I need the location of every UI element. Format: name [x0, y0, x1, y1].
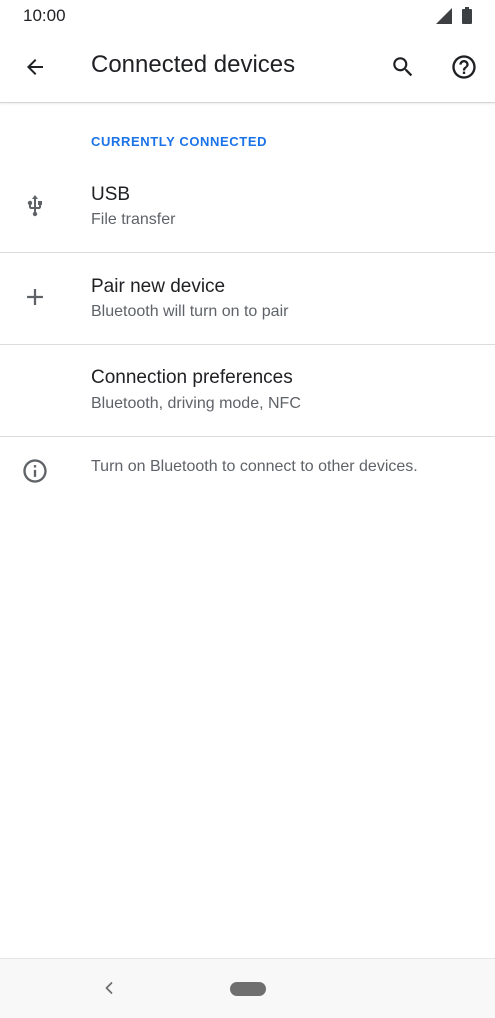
list-item-summary: File transfer: [91, 211, 176, 228]
search-icon: [393, 57, 413, 77]
app-bar: Connected devices: [0, 32, 495, 103]
signal-icon: [436, 8, 452, 24]
battery-icon: [462, 7, 472, 24]
footer-info: Turn on Bluetooth to connect to other de…: [0, 437, 495, 501]
list-item-title: Pair new device: [91, 276, 226, 297]
list-item-usb[interactable]: USB File transfer: [0, 160, 495, 253]
list-item-summary: Bluetooth, driving mode, NFC: [91, 395, 301, 412]
status-bar: 10:00: [0, 0, 495, 32]
navigation-bar: [0, 958, 495, 1018]
arrow-back-icon: [27, 59, 43, 75]
plus-icon: [18, 280, 52, 314]
connected-devices-screen: 10:00 Connected devices CURRENTLY CONNEC…: [0, 0, 495, 1018]
footer-info-text: Turn on Bluetooth to connect to other de…: [91, 458, 418, 475]
page-title: Connected devices: [91, 51, 296, 78]
home-pill-icon[interactable]: [230, 982, 266, 996]
back-button[interactable]: [15, 47, 55, 87]
status-time: 10:00: [23, 6, 66, 25]
section-header-currently-connected: CURRENTLY CONNECTED: [91, 134, 268, 149]
nav-back-icon[interactable]: [97, 976, 121, 1000]
info-icon: [20, 456, 50, 486]
list-item-pair-new-device[interactable]: Pair new device Bluetooth will turn on t…: [0, 253, 495, 345]
list-item-title: USB: [91, 184, 131, 205]
list-item-connection-preferences[interactable]: Connection preferences Bluetooth, drivin…: [0, 345, 495, 437]
list-item-summary: Bluetooth will turn on to pair: [91, 303, 289, 320]
help-button[interactable]: [444, 47, 484, 87]
search-button[interactable]: [383, 47, 423, 87]
help-icon: [452, 55, 476, 79]
usb-icon: [18, 189, 52, 223]
list-item-title: Connection preferences: [91, 367, 293, 388]
